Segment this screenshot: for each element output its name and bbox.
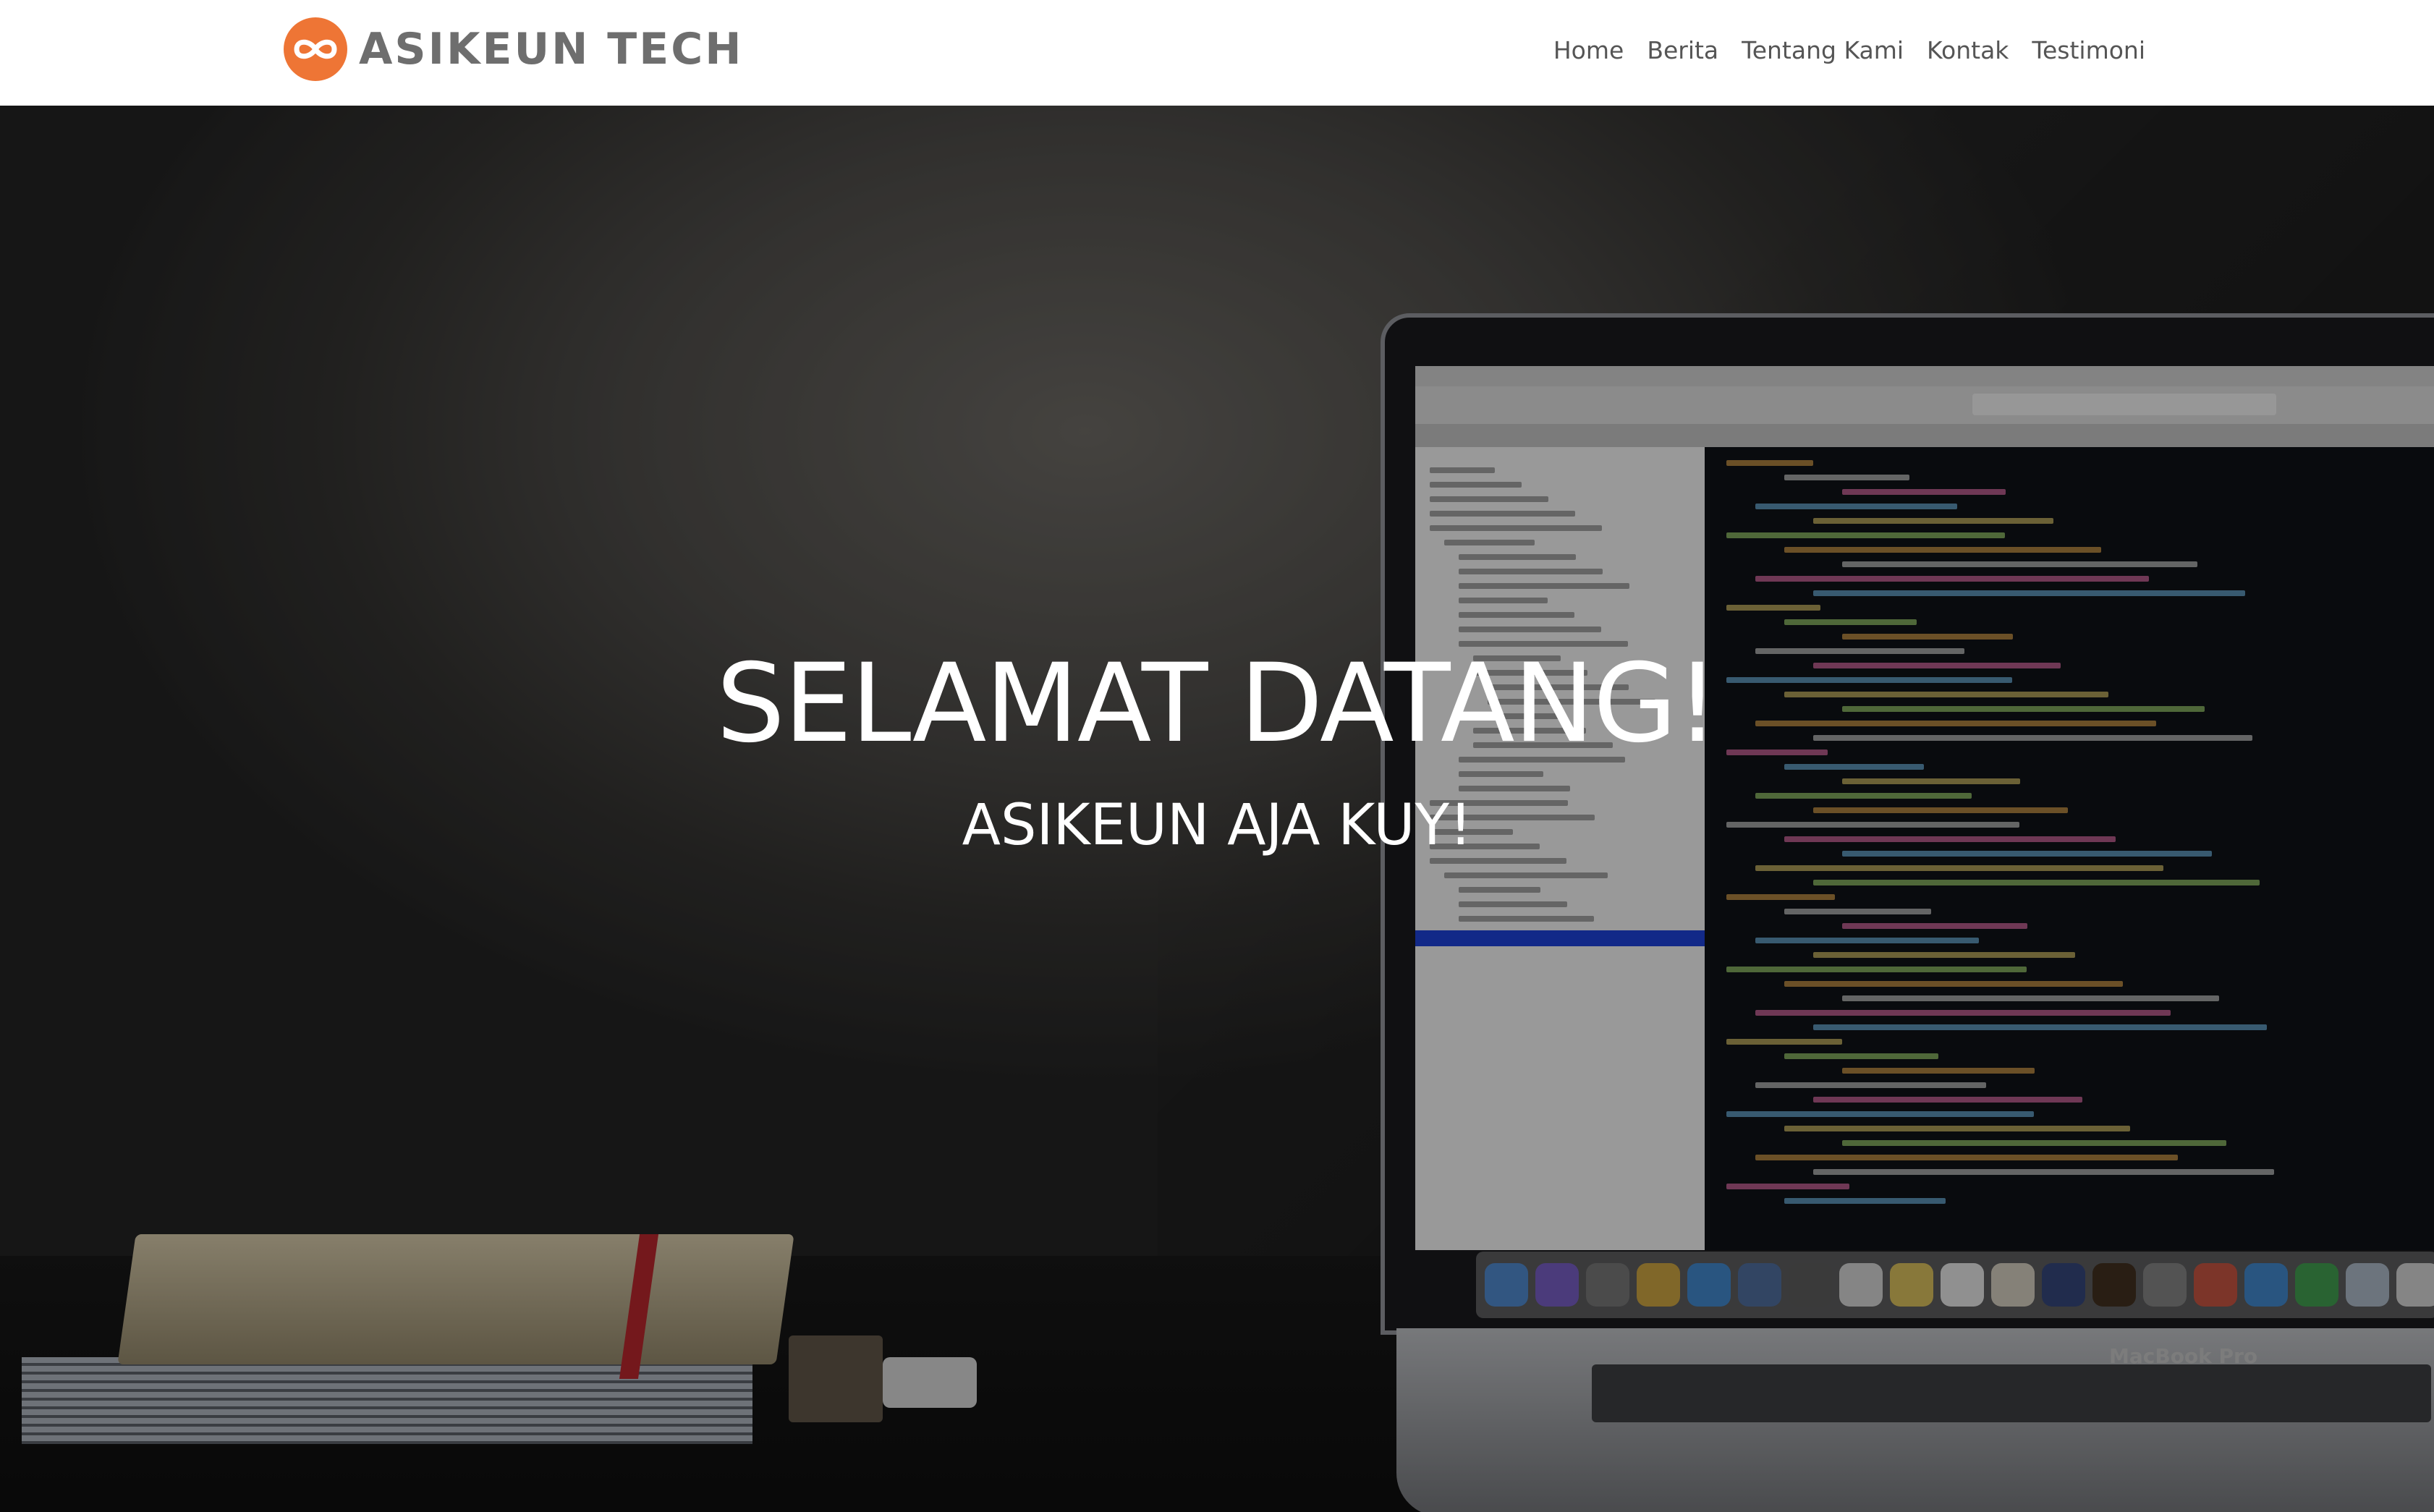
brand-name: ASIKEUN TECH: [359, 24, 744, 75]
nav-link-tentang-kami[interactable]: Tentang Kami: [1742, 29, 1904, 72]
nav-link-berita[interactable]: Berita: [1647, 29, 1718, 72]
nav-link-kontak[interactable]: Kontak: [1927, 29, 2009, 72]
brand-link[interactable]: ASIKEUN TECH: [284, 16, 743, 82]
hero-section: MacBook Pro SELAMAT DATANG! ASIKEUN AJA …: [0, 106, 2434, 1512]
hero-subtitle: ASIKEUN AJA KUY!: [962, 793, 1472, 858]
infinity-icon: [284, 17, 347, 81]
main-nav: Home Berita Tentang Kami Kontak Testimon…: [1553, 29, 2145, 72]
nav-link-testimoni[interactable]: Testimoni: [2032, 29, 2145, 72]
nav-link-home[interactable]: Home: [1553, 29, 1624, 72]
hero-title: SELAMAT DATANG!: [716, 641, 1719, 767]
navbar: ASIKEUN TECH Home Berita Tentang Kami Ko…: [0, 0, 2434, 106]
